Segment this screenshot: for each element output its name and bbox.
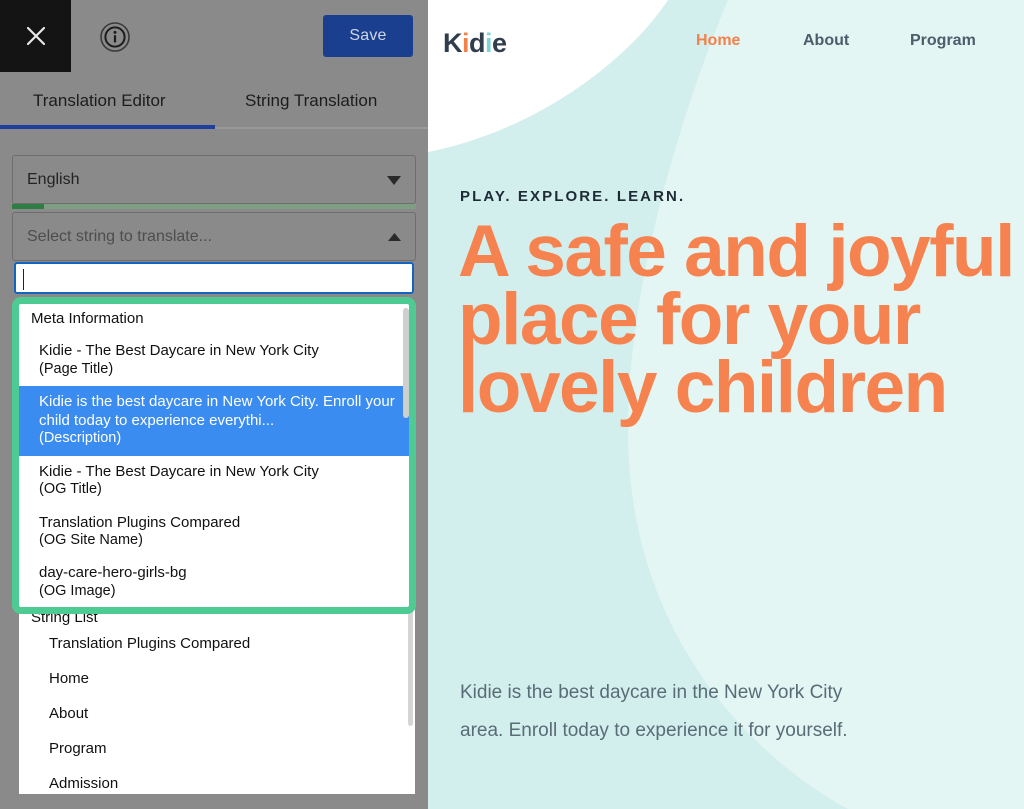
close-x-icon [26, 26, 45, 46]
chevron-up-icon [388, 233, 401, 241]
dropdown-item-type: (Page Title) [39, 360, 114, 377]
dropdown-item-selected[interactable]: Kidie is the best daycare in New York Ci… [19, 386, 409, 456]
nav-link-about[interactable]: About [803, 32, 849, 50]
dropdown-item-text: Kidie - The Best Daycare in New York Cit… [39, 342, 319, 360]
tab-divider [215, 127, 428, 129]
nav-link-home[interactable]: Home [696, 32, 740, 50]
dropdown-item-type: (Description) [39, 429, 122, 446]
logo-letter-i-orange: i [462, 28, 470, 58]
list-item[interactable]: About [19, 696, 415, 731]
dropdown-scrollbar[interactable] [403, 308, 409, 418]
translation-progress-fill [12, 204, 44, 209]
string-dropdown-list: Meta Information Kidie - The Best Daycar… [19, 304, 409, 607]
dropdown-item[interactable]: Translation Plugins Compared (OG Site Na… [19, 507, 409, 558]
logo-letter-e: e [492, 28, 507, 58]
site-logo[interactable]: Kidie [443, 28, 507, 59]
logo-letter-d: d [469, 28, 486, 58]
dropdown-item[interactable]: Kidie - The Best Daycare in New York Cit… [19, 335, 409, 386]
dropdown-item-text: Kidie - The Best Daycare in New York Cit… [39, 462, 319, 480]
string-search-field[interactable] [14, 262, 414, 294]
editor-tabs: Translation Editor String Translation [0, 72, 428, 129]
list-item[interactable]: Program [19, 731, 415, 766]
string-select-placeholder: Select string to translate... [27, 227, 212, 245]
dropdown-group-label: Meta Information [31, 310, 144, 327]
language-select[interactable]: English [12, 155, 416, 204]
chevron-down-icon [387, 176, 401, 185]
tab-translation-editor[interactable]: Translation Editor [33, 72, 166, 129]
info-button[interactable] [98, 20, 132, 54]
close-button[interactable] [0, 0, 71, 72]
tab-string-translation[interactable]: String Translation [245, 72, 377, 129]
dropdown-item-text: Translation Plugins Compared [39, 513, 241, 531]
dropdown-item-type: (OG Site Name) [39, 531, 143, 548]
string-list-panel: String List Translation Plugins Compared… [19, 604, 415, 794]
dropdown-item-text: day-care-hero-girls-bg [39, 564, 187, 582]
editor-toolbar: Save [0, 0, 428, 72]
dropdown-item-type: (OG Title) [39, 480, 102, 497]
logo-letter-k: K [443, 28, 463, 58]
string-list-title: String List [31, 609, 98, 626]
list-item[interactable]: Home [19, 661, 415, 696]
dropdown-item[interactable]: Kidie - The Best Daycare in New York Cit… [19, 456, 409, 507]
logo-letter-i-teal: i [485, 28, 493, 58]
language-select-value: English [27, 170, 80, 188]
hero-eyebrow: PLAY. EXPLORE. LEARN. [460, 188, 686, 205]
hero-title: A safe and joyful place for your lovely … [458, 211, 1015, 428]
search-input[interactable] [24, 264, 404, 292]
translation-editor-panel: Save Translation Editor String Translati… [0, 0, 428, 809]
dropdown-item[interactable]: day-care-hero-girls-bg (OG Image) [19, 557, 409, 607]
string-list-scrollbar[interactable] [408, 606, 413, 726]
active-tab-underline [0, 125, 215, 129]
translation-progress-bar [12, 204, 416, 209]
list-item[interactable]: Translation Plugins Compared [19, 626, 415, 661]
dropdown-item-type: (OG Image) [39, 582, 116, 599]
list-item[interactable]: Admission [19, 766, 415, 794]
hero-description: Kidie is the best daycare in the New Yor… [460, 682, 848, 741]
save-button[interactable]: Save [323, 15, 413, 57]
string-select[interactable]: Select string to translate... [12, 212, 416, 261]
tab-translation-editor-label: Translation Editor [33, 90, 166, 110]
nav-link-program[interactable]: Program [910, 32, 976, 50]
tab-string-translation-label: String Translation [245, 90, 378, 110]
site-navbar: Kidie Home About Program [428, 0, 1024, 86]
site-preview-panel: Kidie Home About Program PLAY. EXPLORE. … [428, 0, 1024, 809]
info-circle-icon [100, 22, 130, 52]
dropdown-item-text: Kidie is the best daycare in New York Ci… [39, 393, 395, 429]
